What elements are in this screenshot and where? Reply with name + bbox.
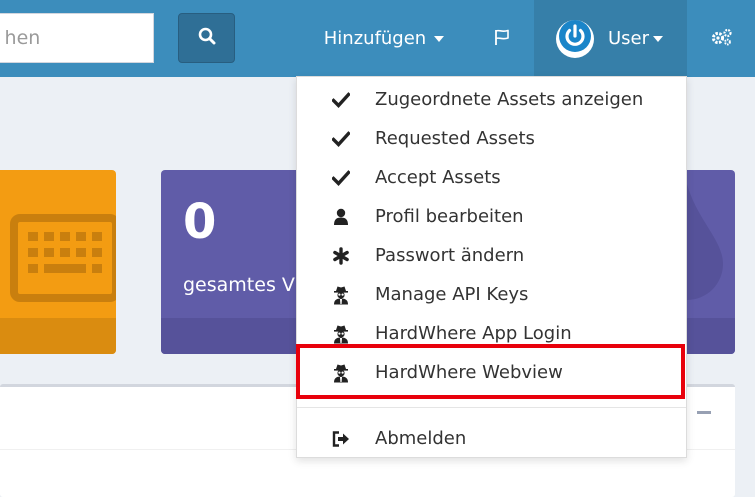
- user-menu-toggle[interactable]: User: [534, 0, 687, 77]
- menu-item-hardwhere-webview[interactable]: HardWhere Webview: [297, 353, 686, 392]
- menu-item-label: Profil bearbeiten: [375, 206, 524, 227]
- check-icon: [331, 119, 351, 158]
- menu-item-logout[interactable]: Abmelden: [297, 419, 686, 458]
- menu-item-label: Requested Assets: [375, 128, 535, 149]
- menu-item-label: Passwort ändern: [375, 245, 525, 266]
- menu-item-label: Accept Assets: [375, 167, 501, 188]
- collapse-icon[interactable]: [697, 411, 711, 414]
- user-dropdown-menu: Zugeordnete Assets anzeigen Requested As…: [296, 76, 687, 458]
- menu-item-label: HardWhere Webview: [375, 362, 563, 383]
- sign-out-icon: [331, 419, 351, 458]
- tile-label: gesamtes V: [183, 274, 295, 296]
- search-button[interactable]: [178, 13, 235, 63]
- check-icon: [331, 158, 351, 197]
- flag-icon: [493, 28, 511, 50]
- settings-button[interactable]: [697, 0, 747, 77]
- top-navbar: Hinzufügen User: [0, 0, 755, 77]
- menu-item-assigned-assets[interactable]: Zugeordnete Assets anzeigen: [297, 80, 686, 119]
- search-icon: [198, 27, 216, 49]
- keyboard-icon: [10, 214, 116, 306]
- menu-divider: [297, 407, 686, 408]
- user-name-label: User: [608, 28, 650, 49]
- flag-button[interactable]: [472, 0, 532, 77]
- check-icon: [331, 80, 351, 119]
- user-secret-icon: [331, 314, 351, 353]
- user-secret-icon: [331, 353, 351, 392]
- power-icon: [558, 19, 592, 58]
- menu-item-label: Manage API Keys: [375, 284, 529, 305]
- menu-item-requested-assets[interactable]: Requested Assets: [297, 119, 686, 158]
- user-secret-icon: [331, 275, 351, 314]
- menu-item-accept-assets[interactable]: Accept Assets: [297, 158, 686, 197]
- add-menu-label: Hinzufügen: [323, 28, 427, 49]
- menu-item-change-password[interactable]: Passwort ändern: [297, 236, 686, 275]
- tile-footer[interactable]: [0, 318, 116, 354]
- tile-count: 0: [183, 194, 217, 250]
- menu-item-label: Zugeordnete Assets anzeigen: [375, 89, 644, 110]
- search-input[interactable]: [0, 13, 154, 63]
- gears-icon: [710, 27, 734, 51]
- add-menu-toggle[interactable]: Hinzufügen: [310, 0, 458, 77]
- menu-item-label: Abmelden: [375, 428, 467, 449]
- menu-item-edit-profile[interactable]: Profil bearbeiten: [297, 197, 686, 236]
- stat-tile-accessories[interactable]: [0, 170, 116, 354]
- menu-item-manage-api-keys[interactable]: Manage API Keys: [297, 275, 686, 314]
- menu-item-hardwhere-app-login[interactable]: HardWhere App Login: [297, 314, 686, 353]
- menu-item-label: HardWhere App Login: [375, 323, 572, 344]
- chevron-down-icon: [653, 35, 664, 42]
- avatar: [556, 19, 594, 58]
- asterisk-icon: [331, 236, 351, 275]
- user-icon: [331, 197, 351, 236]
- chevron-down-icon: [434, 35, 445, 42]
